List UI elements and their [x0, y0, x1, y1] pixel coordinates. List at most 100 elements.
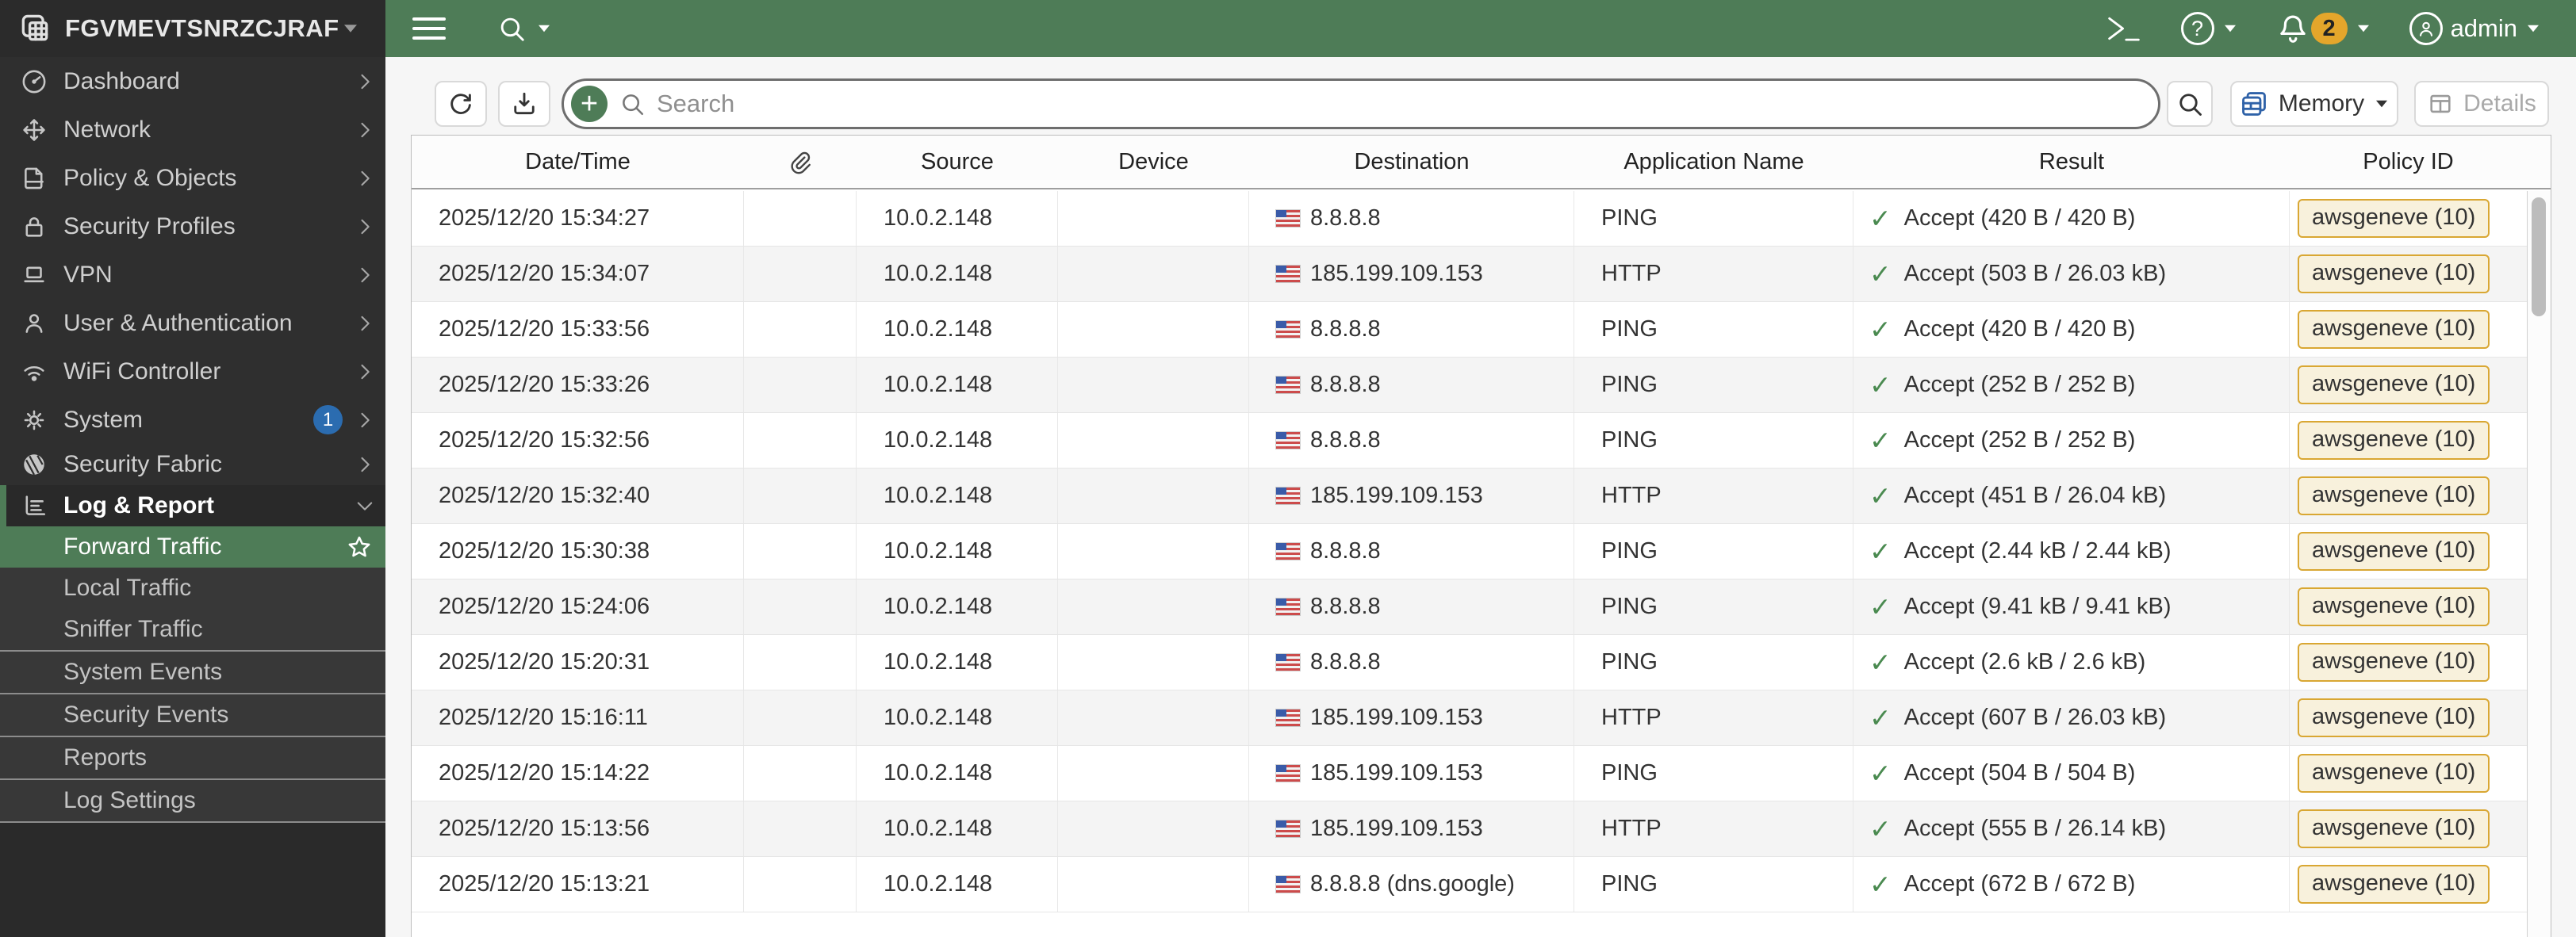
- log-filter-bar[interactable]: +: [562, 78, 2160, 129]
- result-text: Accept (2.6 kB / 2.6 kB): [1903, 649, 2146, 675]
- cell-result: ✓ Accept (252 B / 252 B): [1853, 358, 2290, 412]
- table-row[interactable]: 2025/12/20 15:13:56 10.0.2.148 185.199.109…: [412, 801, 2527, 857]
- cell-attachment: [744, 468, 857, 523]
- column-header-result[interactable]: Result: [1853, 149, 2290, 175]
- sidebar-item-log-settings[interactable]: Log Settings: [0, 780, 385, 821]
- sidebar-item-dashboard[interactable]: Dashboard: [0, 57, 385, 105]
- table-row[interactable]: 2025/12/20 15:24:06 10.0.2.148 8.8.8.8 PING…: [412, 579, 2527, 635]
- table-row[interactable]: 2025/12/20 15:14:22 10.0.2.148 185.199.109…: [412, 746, 2527, 801]
- table-row[interactable]: 2025/12/20 15:32:40 10.0.2.148 185.199.109…: [412, 468, 2527, 524]
- column-header-policy-id[interactable]: Policy ID: [2290, 149, 2527, 175]
- admin-menu[interactable]: admin: [2409, 12, 2541, 45]
- cell-policy: awsgeneve (10): [2290, 468, 2527, 523]
- cell-application: HTTP: [1574, 247, 1853, 301]
- table-row[interactable]: 2025/12/20 15:34:27 10.0.2.148 8.8.8.8 PING…: [412, 191, 2527, 247]
- bell-icon: [2279, 15, 2306, 43]
- gear-icon: [24, 410, 44, 430]
- log-source-selector[interactable]: Memory: [2230, 81, 2398, 127]
- column-header-datetime[interactable]: Date/Time: [412, 149, 744, 175]
- table-row[interactable]: 2025/12/20 15:33:56 10.0.2.148 8.8.8.8 PING…: [412, 302, 2527, 358]
- refresh-button[interactable]: [435, 81, 487, 127]
- menu-toggle-button[interactable]: [412, 17, 446, 40]
- policy-id-badge[interactable]: awsgeneve (10): [2298, 753, 2490, 794]
- column-header-application[interactable]: Application Name: [1574, 149, 1853, 175]
- destination-text: 8.8.8.8: [1310, 205, 1381, 231]
- policy-id-badge[interactable]: awsgeneve (10): [2298, 198, 2490, 239]
- policy-id-badge[interactable]: awsgeneve (10): [2298, 531, 2490, 572]
- search-submit-button[interactable]: [2167, 81, 2213, 127]
- sidebar-item-forward-traffic[interactable]: Forward Traffic: [0, 526, 385, 568]
- sidebar-item-wifi-controller[interactable]: WiFi Controller: [0, 347, 385, 396]
- cell-destination: 185.199.109.153: [1249, 746, 1574, 801]
- cell-result: ✓ Accept (503 B / 26.03 kB): [1853, 247, 2290, 301]
- sidebar-item-policy-objects[interactable]: Policy & Objects: [0, 154, 385, 202]
- device-selector[interactable]: FGVMEVTSNRZCJRAF: [0, 0, 385, 57]
- table-row[interactable]: 2025/12/20 15:34:07 10.0.2.148 185.199.109…: [412, 247, 2527, 302]
- table-row[interactable]: 2025/12/20 15:16:11 10.0.2.148 185.199.109…: [412, 690, 2527, 746]
- notifications-menu[interactable]: 2: [2276, 12, 2371, 45]
- cell-datetime: 2025/12/20 15:13:56: [412, 801, 744, 856]
- download-button[interactable]: [498, 81, 550, 127]
- policy-id-badge[interactable]: awsgeneve (10): [2298, 476, 2490, 516]
- table-row[interactable]: 2025/12/20 15:30:38 10.0.2.148 8.8.8.8 PING…: [412, 524, 2527, 579]
- sidebar-item-system-events[interactable]: System Events: [0, 652, 385, 693]
- table-row[interactable]: 2025/12/20 15:13:21 10.0.2.148 8.8.8.8 (dn…: [412, 857, 2527, 912]
- sidebar-item-user-authentication[interactable]: User & Authentication: [0, 299, 385, 347]
- table-row[interactable]: 2025/12/20 15:20:31 10.0.2.148 8.8.8.8 PING…: [412, 635, 2527, 690]
- policy-id-badge[interactable]: awsgeneve (10): [2298, 365, 2490, 405]
- cell-datetime: 2025/12/20 15:24:06: [412, 579, 744, 634]
- destination-text: 185.199.109.153: [1310, 816, 1483, 841]
- cell-destination: 8.8.8.8: [1249, 191, 1574, 246]
- sidebar-item-security-fabric[interactable]: Security Fabric: [0, 444, 385, 485]
- cell-policy: awsgeneve (10): [2290, 746, 2527, 801]
- destination-text: 8.8.8.8: [1310, 594, 1381, 619]
- cell-destination: 8.8.8.8 (dns.google): [1249, 857, 1574, 912]
- details-toggle-button[interactable]: Details: [2414, 81, 2549, 127]
- us-flag-icon: [1276, 709, 1300, 726]
- table-row[interactable]: 2025/12/20 15:33:26 10.0.2.148 8.8.8.8 PING…: [412, 358, 2527, 413]
- sidebar-item-network[interactable]: Network: [0, 105, 385, 154]
- policy-id-badge[interactable]: awsgeneve (10): [2298, 309, 2490, 350]
- sidebar-item-reports[interactable]: Reports: [0, 737, 385, 778]
- table-scrollbar[interactable]: [2527, 191, 2551, 937]
- sidebar-item-security-profiles[interactable]: Security Profiles: [0, 202, 385, 251]
- sidebar-item-sniffer-traffic[interactable]: Sniffer Traffic: [0, 609, 385, 650]
- result-text: Accept (252 B / 252 B): [1903, 427, 2136, 453]
- sidebar-item-security-events[interactable]: Security Events: [0, 694, 385, 736]
- policy-id-badge[interactable]: awsgeneve (10): [2298, 642, 2490, 683]
- global-search-button[interactable]: [496, 13, 552, 44]
- policy-id-badge[interactable]: awsgeneve (10): [2298, 587, 2490, 627]
- cli-console-button[interactable]: [2105, 13, 2143, 44]
- details-label: Details: [2463, 90, 2536, 117]
- fortigate-logo-icon: [21, 14, 48, 41]
- chevron-right-icon: [361, 412, 370, 427]
- cell-policy: awsgeneve (10): [2290, 635, 2527, 690]
- chevron-right-icon: [361, 267, 370, 282]
- result-text: Accept (607 B / 26.03 kB): [1903, 705, 2167, 730]
- table-row[interactable]: 2025/12/20 15:32:56 10.0.2.148 8.8.8.8 PING…: [412, 413, 2527, 468]
- sidebar-item-log-report[interactable]: Log & Report: [0, 485, 385, 526]
- search-input[interactable]: [657, 90, 2158, 118]
- sidebar-item-system[interactable]: System 1: [0, 396, 385, 444]
- column-header-source[interactable]: Source: [857, 149, 1058, 175]
- scrollbar-thumb[interactable]: [2532, 197, 2546, 316]
- cell-policy: awsgeneve (10): [2290, 690, 2527, 745]
- policy-id-badge[interactable]: awsgeneve (10): [2298, 420, 2490, 461]
- policy-id-badge[interactable]: awsgeneve (10): [2298, 809, 2490, 849]
- column-header-destination[interactable]: Destination: [1249, 149, 1574, 175]
- cell-attachment: [744, 413, 857, 468]
- sidebar-item-vpn[interactable]: VPN: [0, 251, 385, 299]
- accept-check-icon: ✓: [1869, 648, 1892, 677]
- download-icon: [514, 92, 535, 115]
- policy-id-badge[interactable]: awsgeneve (10): [2298, 698, 2490, 738]
- policy-id-badge[interactable]: awsgeneve (10): [2298, 864, 2490, 904]
- column-header-attachment[interactable]: [744, 148, 857, 174]
- cell-device: [1058, 635, 1249, 690]
- add-filter-button[interactable]: +: [571, 86, 608, 122]
- help-menu[interactable]: ?: [2180, 12, 2238, 45]
- sidebar-item-local-traffic[interactable]: Local Traffic: [0, 568, 385, 609]
- policy-id-badge[interactable]: awsgeneve (10): [2298, 254, 2490, 294]
- column-header-device[interactable]: Device: [1058, 149, 1249, 175]
- favorite-star-icon[interactable]: [346, 534, 373, 560]
- cell-destination: 8.8.8.8: [1249, 579, 1574, 634]
